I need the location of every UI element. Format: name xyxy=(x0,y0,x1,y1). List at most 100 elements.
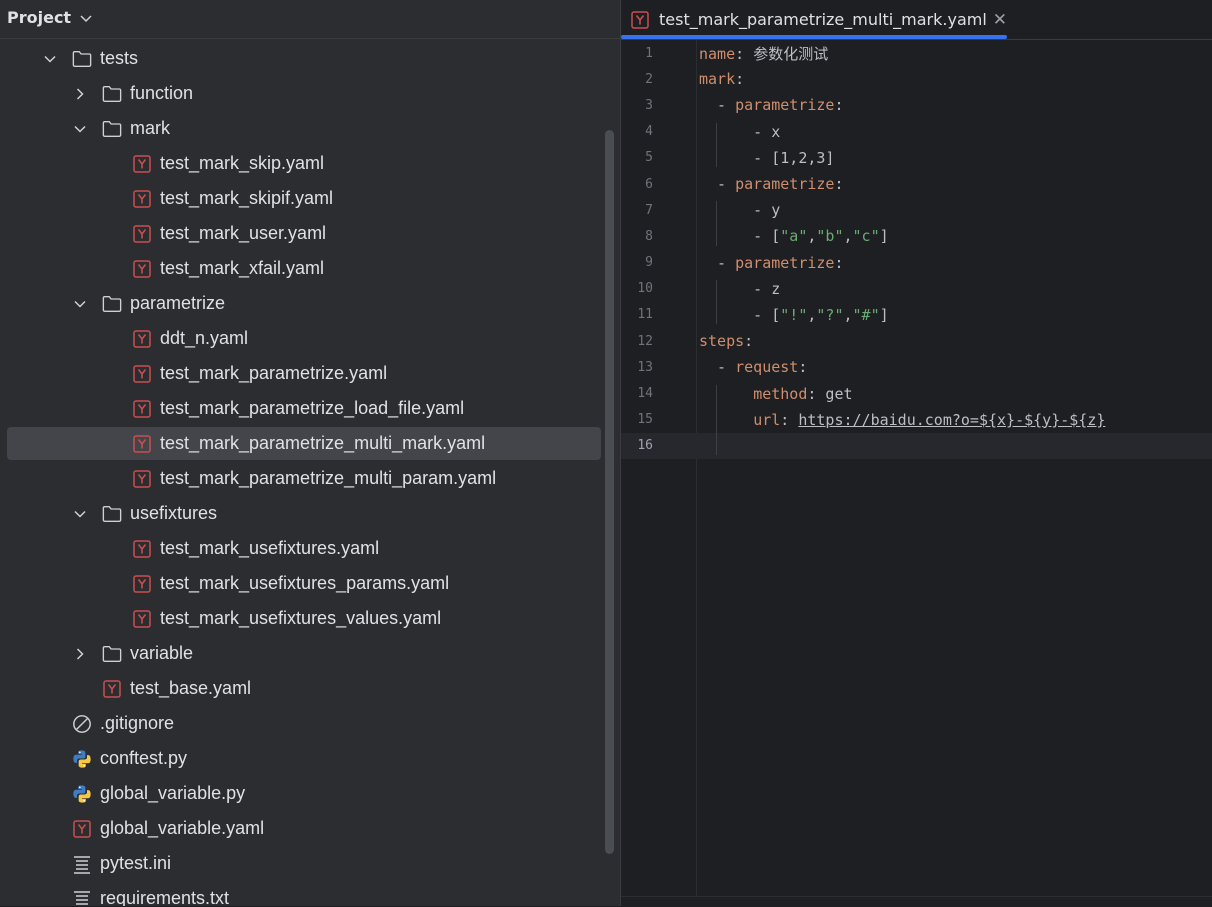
line-number: 1 xyxy=(645,45,653,61)
tree-file-row[interactable]: test_mark_usefixtures.yaml xyxy=(0,531,620,566)
code-line[interactable]: 2 mark: xyxy=(621,66,1212,92)
chevron-right-icon[interactable] xyxy=(72,86,88,102)
tree-file-row[interactable]: test_mark_parametrize_multi_param.yaml xyxy=(0,461,620,496)
code-line[interactable]: 8 - ["a","b","c"] xyxy=(621,223,1212,249)
line-number: 11 xyxy=(637,307,653,323)
tree-file-row[interactable]: test_mark_xfail.yaml xyxy=(0,251,620,286)
tree-file-row[interactable]: test_base.yaml xyxy=(0,671,620,706)
tree-scrollbar[interactable] xyxy=(605,130,614,854)
tree-item-label: usefixtures xyxy=(130,503,218,523)
code-line[interactable]: 15 url: https://baidu.com?o=${x}-${y}-${… xyxy=(621,407,1212,433)
tree-item-label: conftest.py xyxy=(100,748,188,768)
tree-item-label: test_mark_parametrize_load_file.yaml xyxy=(160,398,465,418)
tree-file-row[interactable]: test_mark_parametrize_multi_mark.yaml xyxy=(0,426,620,461)
yaml-file-icon xyxy=(631,10,649,30)
tree-item-label: test_mark_parametrize_multi_param.yaml xyxy=(160,468,497,488)
code-line[interactable]: 12 steps: xyxy=(621,328,1212,354)
tree-item-label: global_variable.yaml xyxy=(100,818,265,838)
code-text: method: get xyxy=(699,384,853,403)
yaml-file-icon xyxy=(132,399,152,419)
tree-file-row[interactable]: test_mark_usefixtures_params.yaml xyxy=(0,566,620,601)
chevron-down-icon[interactable] xyxy=(72,296,88,312)
yaml-file-icon xyxy=(72,819,92,839)
code-token: : xyxy=(735,70,745,89)
tree-folder-row[interactable]: parametrize xyxy=(0,286,620,321)
tree-item-label: ddt_n.yaml xyxy=(160,328,249,348)
tree-folder-row[interactable]: tests xyxy=(0,41,620,76)
code-text: url: https://baidu.com?o=${x}-${y}-${z} xyxy=(699,411,1105,429)
tree-item-label: test_mark_parametrize_multi_mark.yaml xyxy=(160,433,486,453)
tree-file-row[interactable]: .gitignore xyxy=(0,706,620,741)
code-line[interactable]: 10 - z xyxy=(621,276,1212,302)
code-text: - request: xyxy=(699,358,807,376)
tree-folder-row[interactable]: variable xyxy=(0,636,620,671)
line-number: 5 xyxy=(645,150,653,166)
code-token: - x xyxy=(699,122,781,141)
code-line[interactable]: 7 - y xyxy=(621,197,1212,223)
tree-item-label: test_mark_skip.yaml xyxy=(160,153,325,173)
tree-item-label: test_mark_usefixtures_values.yaml xyxy=(160,608,442,628)
editor-tab-bar: test_mark_parametrize_multi_mark.yaml ✕ xyxy=(621,0,1212,40)
active-tab-indicator xyxy=(621,35,1007,39)
project-panel-title: Project xyxy=(7,7,72,27)
indent-guide xyxy=(716,279,717,325)
code-line[interactable]: 11 - ["!","?","#"] xyxy=(621,302,1212,328)
project-panel-header[interactable]: Project xyxy=(0,0,620,34)
code-line[interactable]: 6 - parametrize: xyxy=(621,171,1212,197)
yaml-key: name xyxy=(699,44,736,63)
tree-file-row[interactable]: test_mark_user.yaml xyxy=(0,216,620,251)
tree-file-row[interactable]: conftest.py xyxy=(0,741,620,776)
editor-tab[interactable]: test_mark_parametrize_multi_mark.yaml ✕ xyxy=(621,0,1007,39)
tree-item-label: test_mark_skipif.yaml xyxy=(160,188,334,208)
tree-file-row[interactable]: global_variable.yaml xyxy=(0,811,620,846)
chevron-right-icon[interactable] xyxy=(72,646,88,662)
tree-file-row[interactable]: test_mark_usefixtures_values.yaml xyxy=(0,601,620,636)
chevron-down-icon[interactable] xyxy=(79,11,93,25)
code-line[interactable]: 13 - request: xyxy=(621,354,1212,380)
code-line[interactable]: 5 - [1,2,3] xyxy=(621,145,1212,171)
tree-folder-row[interactable]: usefixtures xyxy=(0,496,620,531)
folder-icon xyxy=(102,119,122,139)
code-line[interactable]: 4 - x xyxy=(621,119,1212,145)
chevron-down-icon[interactable] xyxy=(42,51,58,67)
yaml-file-icon xyxy=(102,679,122,699)
tree-folder-row[interactable]: function xyxy=(0,76,620,111)
tree-folder-row[interactable]: mark xyxy=(0,111,620,146)
tree-file-row[interactable]: ddt_n.yaml xyxy=(0,321,620,356)
yaml-string: "?" xyxy=(816,305,844,324)
line-number: 2 xyxy=(645,71,653,87)
chevron-down-icon[interactable] xyxy=(72,506,88,522)
tree-item-label: requirements.txt xyxy=(100,888,230,906)
code-token: ] xyxy=(879,305,889,324)
indent-guide xyxy=(716,201,717,246)
gitignore-icon xyxy=(72,714,92,734)
code-line[interactable]: 3 - parametrize: xyxy=(621,92,1212,118)
code-text: - y xyxy=(699,201,780,219)
code-token: : get xyxy=(807,384,853,403)
tree-file-row[interactable]: global_variable.py xyxy=(0,776,620,811)
code-token: - xyxy=(699,253,736,272)
line-number: 10 xyxy=(637,281,653,297)
code-area[interactable]: 1 name: 参数化测试 2 mark: 3 - parametrize: 4 - x5… xyxy=(621,40,1212,906)
chevron-down-icon[interactable] xyxy=(72,121,88,137)
tree-file-row[interactable]: requirements.txt xyxy=(0,881,620,906)
tree-item-label: pytest.ini xyxy=(100,853,172,873)
tree-file-row[interactable]: pytest.ini xyxy=(0,846,620,881)
code-line[interactable]: 9 - parametrize: xyxy=(621,250,1212,276)
code-token: : xyxy=(744,332,754,351)
close-icon[interactable]: ✕ xyxy=(993,10,1007,30)
tree-file-row[interactable]: test_mark_parametrize.yaml xyxy=(0,356,620,391)
code-line[interactable]: 14 method: get xyxy=(621,380,1212,406)
tree-file-row[interactable]: test_mark_skip.yaml xyxy=(0,146,620,181)
code-text: - z xyxy=(699,280,780,298)
tree-item-label: global_variable.py xyxy=(100,783,246,803)
code-line[interactable]: 1 name: 参数化测试 xyxy=(621,40,1212,66)
url-link[interactable]: https://baidu.com?o=${x}-${y}-${z} xyxy=(798,411,1105,429)
indent-guide xyxy=(716,384,717,456)
code-line[interactable]: 16 xyxy=(621,432,1212,459)
tree-file-row[interactable]: test_mark_skipif.yaml xyxy=(0,181,620,216)
tree-file-row[interactable]: test_mark_parametrize_load_file.yaml xyxy=(0,391,620,426)
yaml-key: mark xyxy=(699,70,736,89)
code-token: : xyxy=(834,96,844,115)
